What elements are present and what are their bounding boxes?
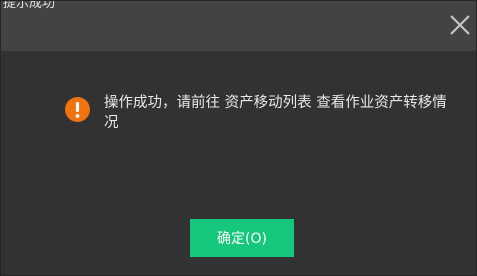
close-button[interactable] [448, 13, 472, 37]
close-icon [450, 15, 470, 35]
warning-icon [65, 97, 90, 122]
dialog: 提示成功 操作成功，请前往 资产移动列表 查看作业资产转移情况 确定(O) [0, 0, 477, 276]
message-text: 操作成功，请前往 资产移动列表 查看作业资产转移情况 [104, 95, 447, 131]
title-bar: 提示成功 [1, 0, 476, 51]
dialog-title: 提示成功 [3, 0, 56, 11]
ok-button[interactable]: 确定(O) [190, 219, 294, 257]
